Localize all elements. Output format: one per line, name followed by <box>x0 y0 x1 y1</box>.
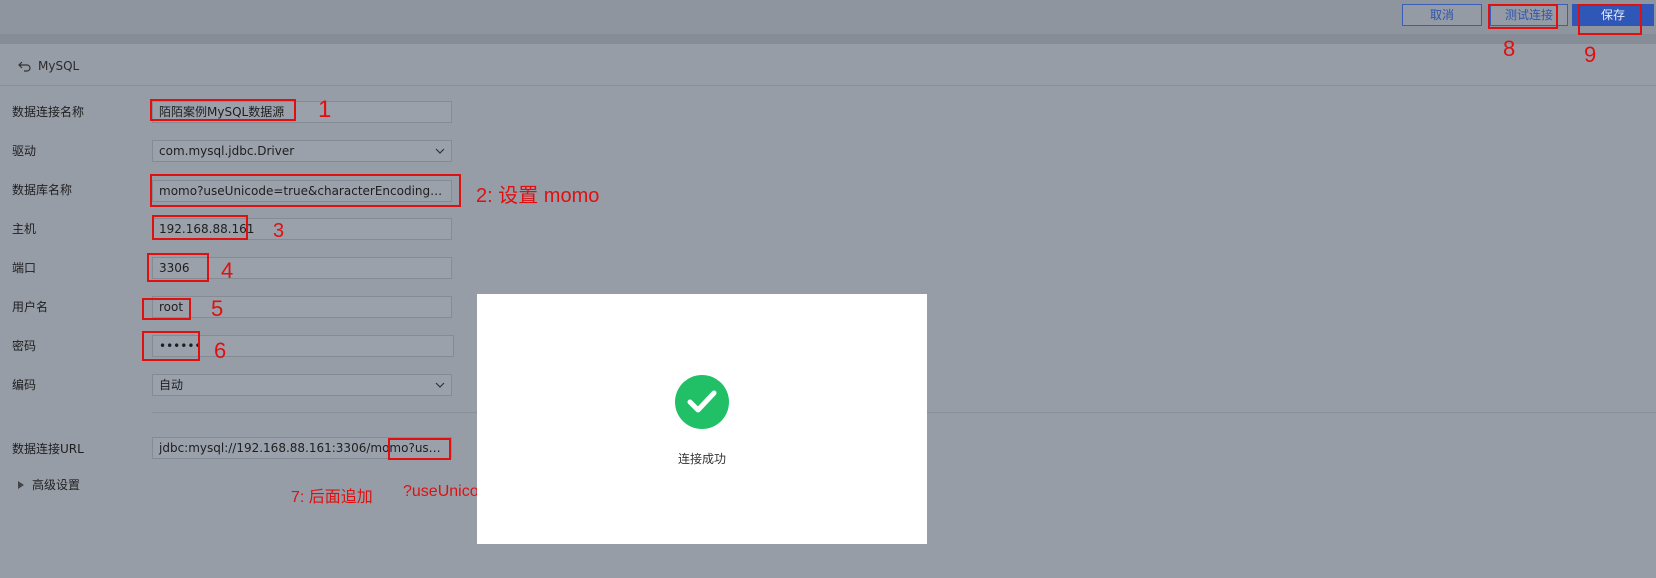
annotation-box-password <box>142 331 200 361</box>
driver-value: com.mysql.jdbc.Driver <box>159 144 295 158</box>
annotation-6: 6 <box>214 338 227 363</box>
annotation-5: 5 <box>211 296 224 321</box>
driver-select[interactable]: com.mysql.jdbc.Driver <box>152 140 452 162</box>
password-label: 密码 <box>12 339 37 353</box>
annotation-3: 3 <box>273 220 285 242</box>
chevron-down-icon <box>435 382 445 388</box>
database-label: 数据库名称 <box>12 183 73 197</box>
annotation-2: 2: 设置 momo <box>476 185 600 207</box>
host-label: 主机 <box>12 222 37 236</box>
annotation-box-name <box>150 99 296 121</box>
annotation-8: 8 <box>1503 36 1516 61</box>
annotation-box-port <box>147 253 209 282</box>
username-label: 用户名 <box>12 300 49 314</box>
annotation-box-save <box>1578 4 1642 35</box>
annotation-box-host <box>152 215 248 240</box>
username-input[interactable]: root <box>152 296 452 318</box>
encoding-label: 编码 <box>12 378 37 392</box>
annotation-box-user <box>142 298 191 320</box>
annotation-1: 1 <box>318 96 332 123</box>
triangle-right-icon <box>18 480 24 489</box>
name-label: 数据连接名称 <box>12 105 85 119</box>
chevron-down-icon <box>435 148 445 154</box>
annotation-box-url <box>388 438 451 460</box>
annotation-9: 9 <box>1584 42 1597 67</box>
back-label: MySQL <box>38 59 80 73</box>
header-divider <box>0 85 1656 86</box>
url-label: 数据连接URL <box>12 442 84 456</box>
annotation-7-label: 7: 后面追加 <box>291 489 373 506</box>
driver-label: 驱动 <box>12 144 37 158</box>
advanced-settings-toggle[interactable]: 高级设置 <box>18 476 80 493</box>
cancel-button[interactable]: 取消 <box>1402 4 1482 26</box>
back-link[interactable]: MySQL <box>18 58 79 74</box>
encoding-value: 自动 <box>159 378 184 392</box>
success-dialog: 连接成功 <box>477 294 927 544</box>
annotation-4: 4 <box>221 258 234 283</box>
annotation-box-test <box>1488 4 1558 29</box>
back-arrow-icon <box>18 59 32 73</box>
check-icon <box>687 390 717 413</box>
advanced-settings-label: 高级设置 <box>32 478 81 492</box>
success-message: 连接成功 <box>677 452 726 466</box>
toolbar-shadow <box>0 34 1656 44</box>
encoding-select[interactable]: 自动 <box>152 374 452 396</box>
success-circle <box>675 375 729 429</box>
port-label: 端口 <box>12 261 37 275</box>
annotation-box-database <box>150 174 461 207</box>
